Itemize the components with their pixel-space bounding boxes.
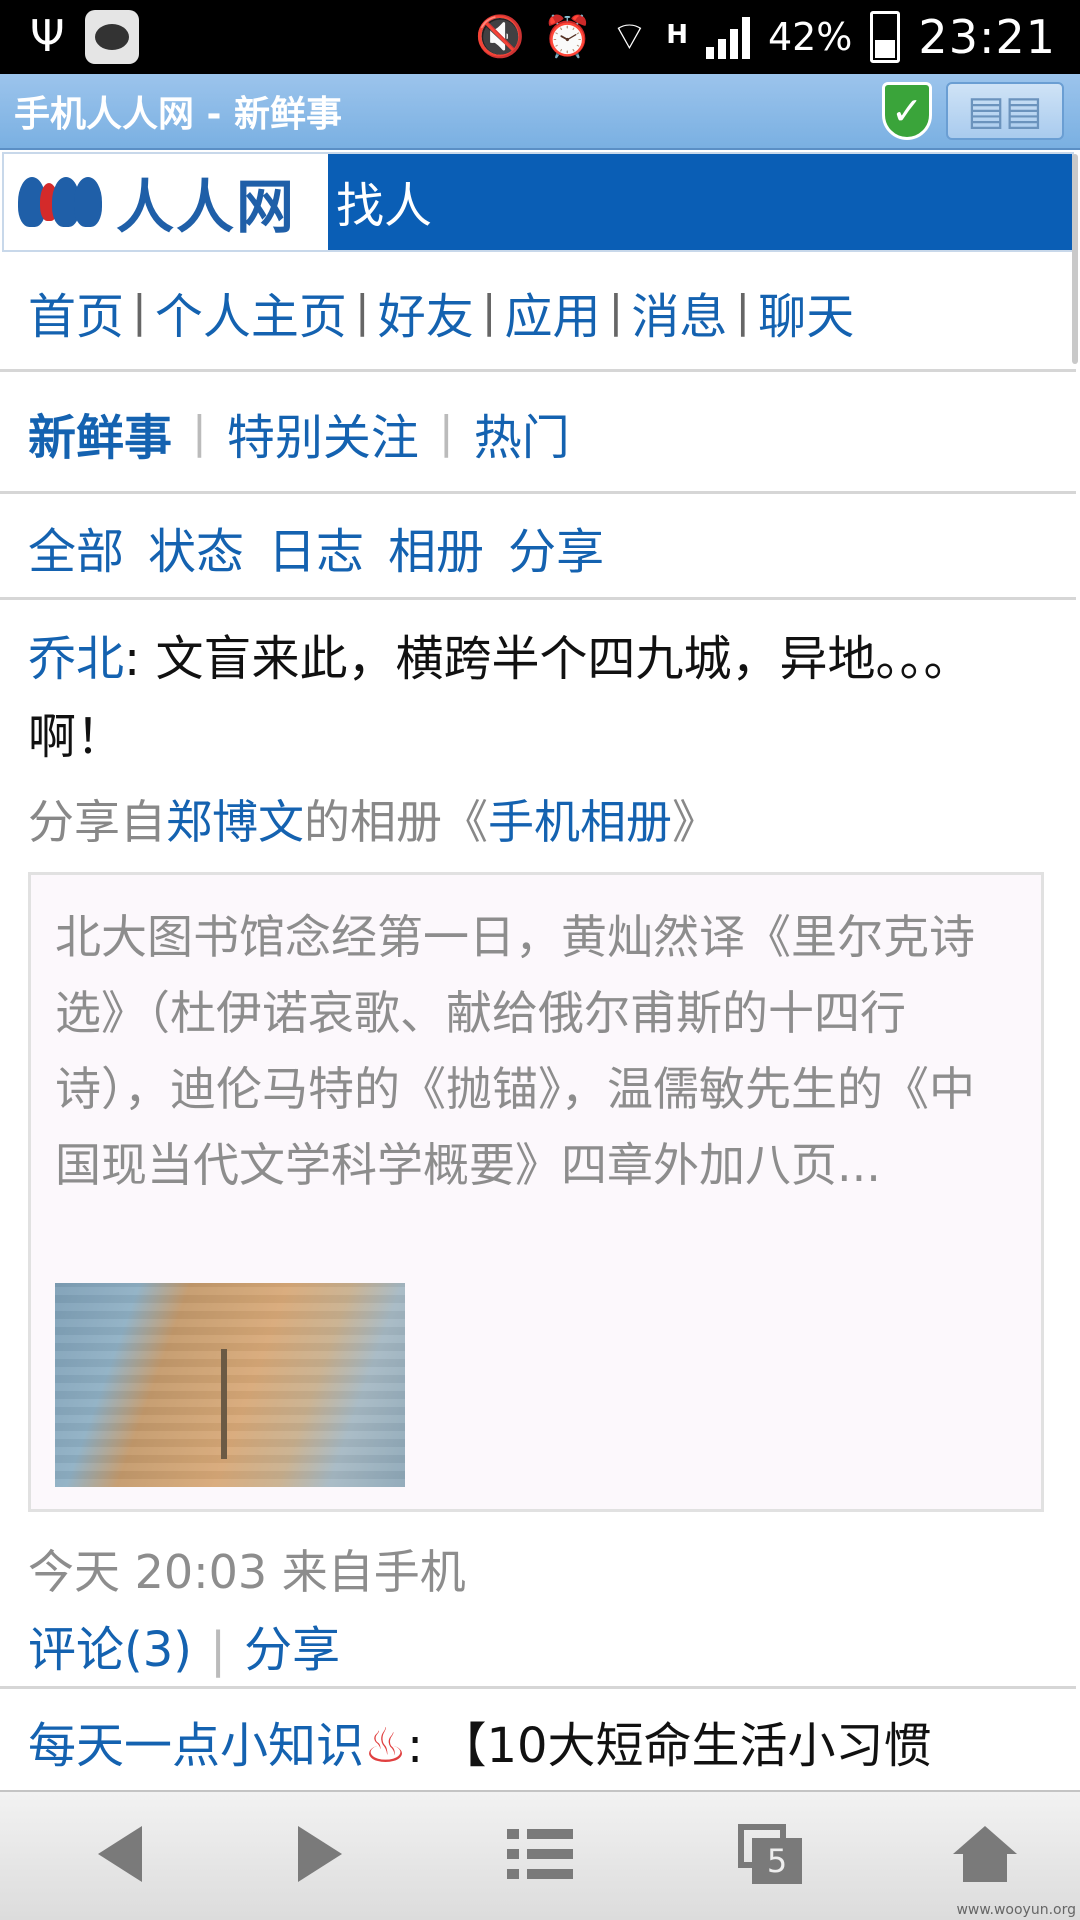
- browser-toolbar: 5: [0, 1790, 1080, 1920]
- home-icon[interactable]: [935, 1814, 1035, 1894]
- next-post-body: : 【10大短命生活小习惯: [407, 1718, 932, 1774]
- album-open: 《: [442, 795, 488, 849]
- tabs-icon[interactable]: 5: [720, 1814, 820, 1894]
- filter-status[interactable]: 状态: [148, 512, 244, 582]
- tab-special-follow[interactable]: 特别关注: [227, 398, 419, 468]
- clock: 23:21: [918, 10, 1056, 64]
- page-title: 手机人人网 - 新鲜事: [14, 94, 343, 135]
- nav-home[interactable]: 首页: [28, 277, 124, 347]
- network-type: H: [666, 20, 688, 50]
- tab-news-feed[interactable]: 新鲜事: [28, 398, 172, 468]
- share-prefix: 分享自: [28, 795, 166, 849]
- post-meta: 今天 20:03 来自手机: [28, 1545, 466, 1599]
- share-link[interactable]: 分享: [244, 1622, 340, 1678]
- nav-separator: |: [735, 286, 751, 337]
- feed-nav: 新鲜事 | 特别关注 | 热门: [0, 374, 1076, 494]
- post-text: 乔北: 文盲来此，横跨半个四九城，异地。。。啊！: [28, 620, 1058, 776]
- filter-all[interactable]: 全部: [28, 512, 124, 582]
- nav-separator: |: [354, 286, 370, 337]
- site-header: 人人网 找人: [2, 152, 1074, 252]
- nav-chat[interactable]: 聊天: [758, 277, 854, 347]
- post-actions: 评论(3) | 分享: [28, 1610, 340, 1680]
- watermark: www.wooyun.org: [956, 1902, 1076, 1918]
- nav-apps[interactable]: 应用: [505, 277, 601, 347]
- nav-messages[interactable]: 消息: [631, 277, 727, 347]
- shared-photo-thumbnail[interactable]: [55, 1283, 405, 1487]
- main-nav: 首页 | 个人主页 | 好友 | 应用 | 消息 | 聊天: [0, 254, 1076, 372]
- album-close: 》: [672, 795, 718, 849]
- post-body: 文盲来此，横跨半个四九城，异地。。。啊！: [28, 631, 972, 765]
- comment-link[interactable]: 评论(3): [28, 1622, 192, 1678]
- share-mid: 的相册: [304, 795, 442, 849]
- share-user-link[interactable]: 郑博文: [166, 795, 304, 849]
- filter-share[interactable]: 分享: [508, 512, 604, 582]
- alarm-icon: ⏰: [542, 14, 593, 60]
- shared-content-box: 北大图书馆念经第一日，黄灿然译《里尔克诗选》（杜伊诺哀歌、献给俄尔甫斯的十四行诗…: [28, 872, 1044, 1512]
- battery-percent: 42%: [767, 15, 853, 59]
- nav-separator: |: [132, 286, 147, 337]
- filter-nav: 全部 状态 日志 相册 分享: [0, 496, 1076, 600]
- nav-profile[interactable]: 个人主页: [155, 277, 347, 347]
- share-source: 分享自郑博文的相册《手机相册》: [28, 786, 718, 852]
- next-post-author-link[interactable]: 每天一点小知识: [28, 1718, 364, 1774]
- nav-separator: |: [608, 286, 624, 337]
- filter-album[interactable]: 相册: [388, 512, 484, 582]
- vibrate-mute-icon: 🔇: [474, 14, 525, 60]
- site-logo[interactable]: 人人网: [4, 154, 328, 250]
- post-divider: [0, 1686, 1076, 1689]
- shared-caption: 北大图书馆念经第一日，黄灿然译《里尔克诗选》（杜伊诺哀歌、献给俄尔甫斯的十四行诗…: [55, 910, 975, 1192]
- browser-title-bar: 手机人人网 - 新鲜事 ✓ ▤▤: [0, 74, 1080, 150]
- nav-separator: |: [192, 407, 207, 458]
- fire-icon: ♨: [364, 1718, 408, 1774]
- back-icon[interactable]: [70, 1814, 170, 1894]
- chat-icon: [84, 10, 139, 64]
- renren-logo-icon: [18, 177, 102, 227]
- menu-icon[interactable]: [490, 1814, 590, 1894]
- wifi-icon: ⌔: [610, 14, 649, 60]
- logo-text: 人人网: [116, 173, 297, 241]
- shield-check-icon[interactable]: ✓: [882, 82, 932, 140]
- reading-mode-icon[interactable]: ▤▤: [946, 82, 1064, 140]
- post-colon: :: [124, 631, 141, 687]
- post-author-link[interactable]: 乔北: [28, 631, 124, 687]
- usb-icon: Ψ: [30, 11, 65, 62]
- forward-icon[interactable]: [270, 1814, 370, 1894]
- battery-charging-icon: [870, 11, 901, 63]
- signal-icon: [705, 15, 750, 59]
- tabs-count: 5: [752, 1838, 802, 1884]
- nav-separator: |: [481, 286, 497, 337]
- find-people-link[interactable]: 找人: [328, 154, 1072, 250]
- next-post-text: 每天一点小知识♨: 【10大短命生活小习惯: [28, 1706, 1068, 1776]
- album-link[interactable]: 手机相册: [488, 795, 672, 849]
- nav-separator: |: [438, 407, 454, 458]
- nav-friends[interactable]: 好友: [378, 277, 474, 347]
- tab-hot[interactable]: 热门: [474, 398, 570, 468]
- action-separator: |: [210, 1622, 227, 1678]
- filter-blog[interactable]: 日志: [268, 512, 364, 582]
- status-bar: Ψ 🔇 ⏰ ⌔ H 42% 23:21: [0, 0, 1080, 74]
